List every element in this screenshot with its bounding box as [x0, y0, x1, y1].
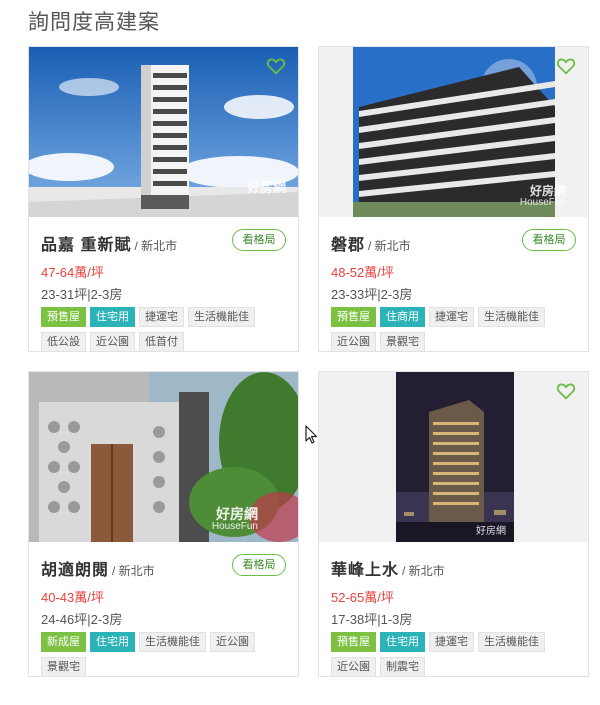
property-tags: 預售屋 住宅用 捷運宅 生活機能佳 低公設 近公園 低首付: [41, 307, 291, 352]
tag: 生活機能佳: [478, 307, 545, 327]
tag: 生活機能佳: [139, 632, 206, 652]
view-layout-button[interactable]: 看格局: [232, 229, 286, 251]
tag: 住宅用: [380, 632, 425, 652]
property-card-2[interactable]: 好房網 HouseFun 磐郡 / 新北市 看格局 48-52萬/坪 23-33…: [318, 46, 589, 352]
tag: 低首付: [139, 332, 184, 352]
tag: 新成屋: [41, 632, 86, 652]
tag: 捷運宅: [139, 307, 184, 327]
tag: 捷運宅: [429, 307, 474, 327]
property-tags: 預售屋 住商用 捷運宅 生活機能佳 近公園 景觀宅: [331, 307, 581, 352]
favorite-heart-icon[interactable]: [556, 382, 576, 400]
property-name[interactable]: 胡適朗閱: [41, 556, 109, 580]
tag: 生活機能佳: [188, 307, 255, 327]
tag: 近公園: [331, 332, 376, 352]
view-layout-button[interactable]: 看格局: [522, 229, 576, 251]
property-city: / 新北市: [134, 239, 178, 253]
property-name[interactable]: 磐郡: [331, 231, 365, 255]
tag: 住宅用: [90, 632, 135, 652]
property-price: 40-43萬/坪: [41, 590, 104, 605]
tag: 近公園: [90, 332, 135, 352]
property-size: 24-46坪|2-3房: [41, 612, 123, 627]
section-title: 詢問度高建案: [28, 11, 160, 34]
property-price: 47-64萬/坪: [41, 265, 104, 280]
property-photo[interactable]: 好房網 HouseFun: [319, 47, 588, 217]
tag: 景觀宅: [41, 657, 86, 677]
property-size: 17-38坪|1-3房: [331, 612, 413, 627]
property-photo[interactable]: 好房網: [319, 372, 588, 542]
photo-watermark-latin: HouseFun: [519, 197, 566, 208]
photo-watermark: 好房網: [476, 526, 506, 537]
tag: 預售屋: [331, 307, 376, 327]
property-tags: 預售屋 住宅用 捷運宅 生活機能佳 近公園 制震宅: [331, 632, 581, 677]
tag: 捷運宅: [429, 632, 474, 652]
property-tags: 新成屋 住宅用 生活機能佳 近公園 景觀宅: [41, 632, 291, 677]
property-city: / 新北市: [402, 564, 445, 578]
property-size: 23-31坪|2-3房: [41, 287, 123, 302]
tag: 住宅用: [90, 307, 135, 327]
property-name[interactable]: 品嘉 重新賦: [41, 231, 131, 255]
tag: 預售屋: [41, 307, 86, 327]
tag: 預售屋: [331, 632, 376, 652]
property-name[interactable]: 華峰上水: [331, 556, 399, 580]
property-city: / 新北市: [368, 239, 411, 253]
favorite-heart-icon[interactable]: [556, 57, 576, 75]
photo-watermark-latin: HouseFun: [211, 521, 258, 532]
tag: 近公園: [210, 632, 255, 652]
mouse-cursor-icon: [305, 425, 318, 444]
property-price: 52-65萬/坪: [331, 590, 394, 605]
tag: 景觀宅: [380, 332, 425, 352]
property-photo[interactable]: 好房網 HouseFun: [29, 372, 298, 542]
property-photo[interactable]: 好房網: [29, 47, 298, 217]
tag: 制震宅: [380, 657, 425, 677]
tag: 近公園: [331, 657, 376, 677]
property-card-4[interactable]: 好房網 華峰上水 / 新北市 52-65萬/坪 17-38坪|1-3房 預售屋 …: [318, 371, 589, 677]
tag: 住商用: [380, 307, 425, 327]
tag: 生活機能佳: [478, 632, 545, 652]
property-card-3[interactable]: 好房網 HouseFun 胡適朗閱 / 新北市 看格局 40-43萬/坪 24-…: [28, 371, 299, 677]
favorite-heart-icon[interactable]: [266, 57, 286, 75]
view-layout-button[interactable]: 看格局: [232, 554, 286, 576]
property-city: / 新北市: [112, 564, 155, 578]
property-size: 23-33坪|2-3房: [331, 287, 413, 302]
property-card-1[interactable]: 好房網 品嘉 重新賦 / 新北市 看格局 47-64萬/坪 23-31坪|2-3…: [28, 46, 299, 352]
tag: 低公設: [41, 332, 86, 352]
property-price: 48-52萬/坪: [331, 265, 394, 280]
photo-watermark: 好房網: [246, 180, 286, 195]
